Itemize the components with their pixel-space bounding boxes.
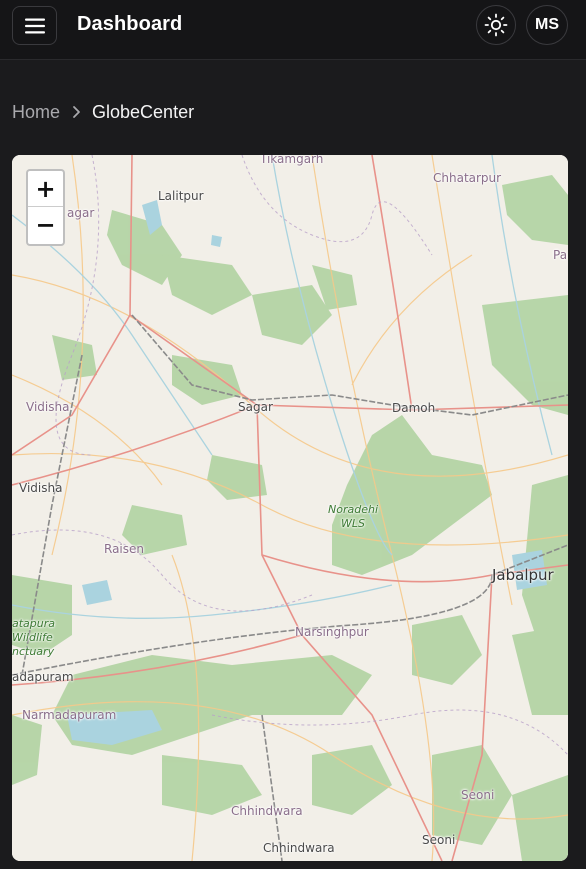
map-label-vidisha-district: Vidisha xyxy=(26,400,70,414)
map-label-sagar-west: agar xyxy=(67,206,95,220)
map-label-satpura: atapura Wildlife nctuary xyxy=(12,617,55,658)
map-label-noradehi: Noradehi WLS xyxy=(328,503,378,531)
theme-toggle-button[interactable] xyxy=(476,5,516,45)
map-label-pa: Pa xyxy=(553,248,568,262)
map-label-chhatarpur: Chhatarpur xyxy=(433,171,502,185)
breadcrumb-current: GlobeCenter xyxy=(92,101,195,122)
map-label-damoh: Damoh xyxy=(392,401,436,415)
app-title: Dashboard xyxy=(77,13,183,35)
zoom-out-button[interactable]: − xyxy=(28,207,63,243)
map-label-narmadapuram-town: adapuram xyxy=(12,670,74,684)
map-label-tikamgarh: Tikamgarh xyxy=(260,155,324,166)
map-label-seoni-district: Seoni xyxy=(461,788,495,802)
map-label-jabalpur: Jabalpur xyxy=(492,566,554,584)
map-label-sagar: Sagar xyxy=(238,400,273,414)
map-label-satpura-line2: Wildlife xyxy=(12,630,53,644)
breadcrumb: Home GlobeCenter xyxy=(12,101,194,123)
map-label-raisen: Raisen xyxy=(104,542,145,556)
map-label-narsinghpur: Narsinghpur xyxy=(295,625,369,639)
map-label-chhindwara: Chhindwara xyxy=(263,841,335,855)
map-label-narmadapuram: Narmadapuram xyxy=(22,708,117,722)
map-label-chhindwara-district: Chhindwara xyxy=(231,804,303,818)
map-tiles xyxy=(12,155,568,861)
map-label-lalitpur: Lalitpur xyxy=(158,189,204,203)
zoom-in-button[interactable]: + xyxy=(28,171,63,207)
map-label-vidisha: Vidisha xyxy=(19,481,63,495)
map-label-seoni: Seoni xyxy=(422,833,456,847)
map-label-satpura-line3: nctuary xyxy=(12,644,55,658)
sun-icon xyxy=(484,13,508,37)
menu-icon xyxy=(24,18,45,33)
user-avatar[interactable]: MS xyxy=(526,5,568,45)
zoom-control: + − xyxy=(26,169,65,246)
breadcrumb-home-link[interactable]: Home xyxy=(12,102,60,123)
map-label-noradehi-line2: WLS xyxy=(341,516,365,530)
map-label-satpura-line1: atapura xyxy=(12,617,56,630)
chevron-right-icon xyxy=(72,105,82,119)
menu-button[interactable] xyxy=(12,6,57,45)
map-view[interactable]: Tikamgarh Chhatarpur Lalitpur agar Pa Vi… xyxy=(12,155,568,861)
map-label-noradehi-line1: Noradehi xyxy=(328,503,378,516)
top-bar: Dashboard MS xyxy=(0,0,586,60)
